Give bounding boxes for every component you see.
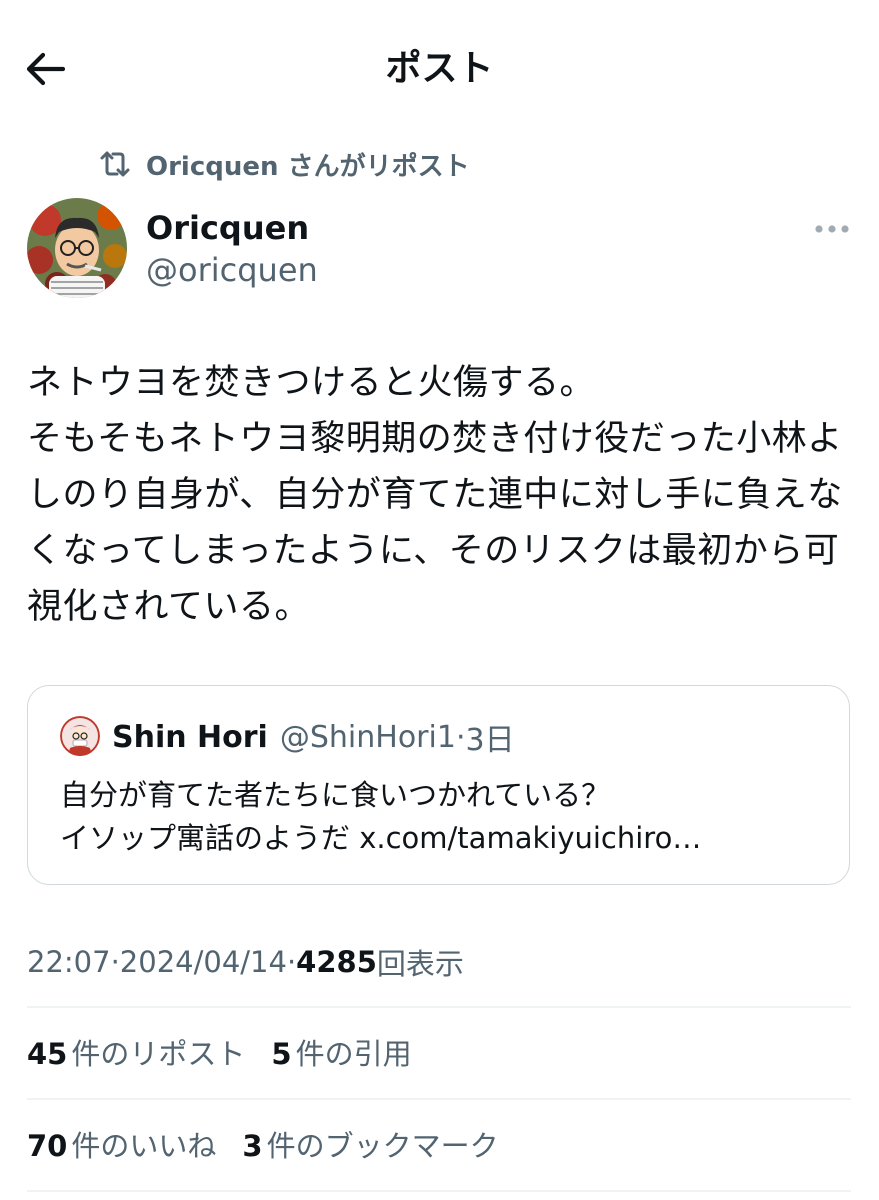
separator-dot: · [286,945,297,979]
quotes-label: 件の引用 [295,1037,412,1071]
tweet-line: ネトウヨを焚きつけると火傷する。 [27,363,596,403]
stats-row-reposts: 45 件のリポスト 5 件の引用 [27,1030,438,1074]
quoted-link[interactable]: x.com/tamakiyuichiro… [359,821,701,855]
post-time[interactable]: 22:07 [27,945,111,979]
quoted-line: イソップ寓話のようだ x.com/tamakiyuichiro… [60,817,830,860]
repost-icon [98,147,132,181]
tweet-line: しのり自身が、自分が育てた連中に対し手に負えな [27,475,843,515]
tweet-line: 視化されている。 [27,587,310,627]
more-dots-icon [815,225,849,233]
quoted-header: Shin Hori @ShinHori1 · 3日 [112,715,515,759]
quoted-time[interactable]: 3日 [465,715,514,759]
repost-context[interactable]: Oricquen さんがリポスト [98,144,470,184]
separator-dot: · [110,945,120,979]
author-handle[interactable]: @oricquen [146,250,318,290]
quoted-avatar-image [60,716,100,756]
separator-dot: · [455,719,466,755]
post-meta: 22:07 · 2024/04/14 · 4285 回表示 [27,940,464,984]
quoted-author-handle[interactable]: @ShinHori1 [280,720,456,755]
quoted-line-text: イソップ寓話のようだ [60,821,360,855]
quotes-stat[interactable]: 5 件の引用 [271,1031,411,1073]
avatar-image [27,198,127,298]
reposts-count: 45 [27,1037,68,1071]
page-title: ポスト [385,48,494,89]
tweet-body: ネトウヨを焚きつけると火傷する。 そもそもネトウヨ黎明期の焚き付け役だった小林よ… [27,355,857,635]
divider [27,1098,851,1100]
author-avatar[interactable] [27,198,127,298]
likes-label: 件のいいね [71,1129,217,1163]
reposts-label: 件のリポスト [71,1037,246,1071]
divider [27,1190,851,1192]
bookmarks-count: 3 [242,1129,263,1163]
quoted-line: 自分が育てた者たちに食いつかれている？ [60,778,611,812]
reposts-stat[interactable]: 45 件のリポスト [27,1031,245,1073]
bookmarks-stat[interactable]: 3 件のブックマーク [242,1123,498,1165]
bookmarks-label: 件のブックマーク [266,1129,499,1163]
stats-row-likes: 70 件のいいね 3 件のブックマーク [27,1122,525,1166]
author-name[interactable]: Oricquen [146,208,309,248]
more-button[interactable] [810,214,854,244]
tweet-line: そもそもネトウヨ黎明期の焚き付け役だった小林よ [27,419,843,459]
quoted-text: 自分が育てた者たちに食いつかれている？ イソップ寓話のようだ x.com/tam… [60,774,830,860]
view-count: 4285 [296,945,377,979]
quoted-post[interactable]: Shin Hori @ShinHori1 · 3日 自分が育てた者たちに食いつか… [27,685,850,885]
tweet-line: くなってしまったように、そのリスクは最初から可 [27,531,840,571]
quoted-avatar[interactable] [60,716,100,756]
quoted-author-name[interactable]: Shin Hori [112,720,268,755]
view-label: 回表示 [376,947,464,981]
repost-label: Oricquen さんがリポスト [146,151,470,182]
post-date[interactable]: 2024/04/14 [120,945,287,979]
quotes-count: 5 [271,1037,292,1071]
likes-count: 70 [27,1129,68,1163]
divider [27,1006,851,1008]
likes-stat[interactable]: 70 件のいいね [27,1123,216,1165]
top-bar: ポスト [0,0,879,135]
